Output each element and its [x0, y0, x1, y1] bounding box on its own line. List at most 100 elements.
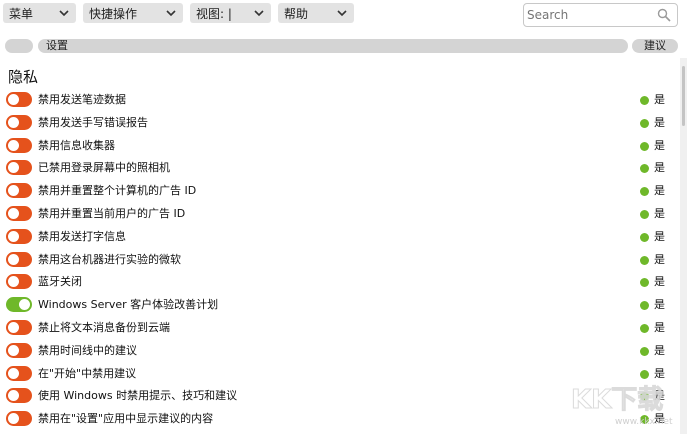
view-label: 视图: | — [196, 6, 232, 21]
setting-toggle[interactable] — [6, 92, 32, 107]
setting-toggle[interactable] — [6, 228, 32, 244]
toggle-knob — [8, 94, 19, 105]
suggestion-dot — [640, 141, 649, 151]
setting-toggle[interactable] — [6, 411, 32, 427]
setting-label: 禁用在"设置"应用中显示建议的内容 — [38, 412, 214, 426]
setting-label: 禁用发送打字信息 — [38, 229, 126, 243]
setting-label: 禁用这台机器进行实验的微软 — [38, 252, 181, 266]
menu-dropdown[interactable]: 菜单 — [3, 3, 76, 23]
suggestion-value: 是 — [654, 252, 665, 266]
setting-toggle[interactable] — [6, 160, 32, 176]
suggestion-dot — [640, 255, 649, 265]
toggle-knob — [8, 253, 19, 265]
setting-row: 禁用并重置整个计算机的广告 ID 是 — [0, 180, 680, 202]
setting-label: 禁用发送笔迹数据 — [38, 93, 126, 106]
chevron-down-icon — [166, 10, 176, 17]
view-dropdown[interactable]: 视图: | — [190, 3, 271, 23]
toggle-knob — [8, 344, 19, 356]
suggestion-dot — [640, 301, 649, 311]
suggestion-column-header[interactable]: 建议 — [632, 39, 678, 53]
suggestion-value: 是 — [654, 115, 665, 129]
quick-actions-dropdown[interactable]: 快捷操作 — [83, 3, 183, 23]
chevron-down-icon — [59, 10, 69, 17]
setting-row: 禁用时间线中的建议 是 — [0, 340, 680, 362]
suggestion-value: 是 — [654, 298, 665, 312]
setting-toggle[interactable] — [6, 297, 32, 313]
setting-label: 禁用时间线中的建议 — [38, 343, 137, 357]
setting-label: 禁用发送手写错误报告 — [38, 115, 148, 129]
setting-label: Windows Server 客户体验改善计划 — [38, 298, 219, 312]
suggestion-dot — [640, 118, 649, 128]
chevron-down-icon — [254, 10, 264, 17]
setting-row: 禁用并重置当前用户的广告 ID 是 — [0, 203, 680, 225]
svg-text:KK下载: KK下载 — [571, 385, 663, 415]
setting-toggle[interactable] — [6, 342, 32, 358]
search-input[interactable] — [527, 8, 652, 22]
suggestion-value: 是 — [654, 321, 665, 334]
toggle-knob — [8, 413, 19, 425]
toggle-knob — [8, 276, 19, 288]
toggle-knob — [8, 116, 19, 128]
setting-toggle[interactable] — [6, 137, 32, 153]
setting-toggle[interactable] — [6, 365, 32, 381]
setting-label: 禁用并重置当前用户的广告 ID — [38, 207, 186, 220]
suggestion-value: 是 — [654, 207, 665, 220]
section-title: 隐私 — [8, 68, 39, 86]
toggle-knob — [8, 185, 19, 197]
suggestion-dot — [640, 278, 649, 288]
setting-row: 禁用发送笔迹数据 是 — [0, 89, 680, 111]
suggestion-dot — [640, 324, 649, 333]
quick-actions-label: 快捷操作 — [89, 6, 138, 21]
setting-row: 蓝牙关闭 是 — [0, 271, 680, 293]
setting-row: 已禁用登录屏幕中的照相机 是 — [0, 157, 680, 179]
setting-toggle[interactable] — [6, 320, 32, 335]
suggestion-dot — [640, 96, 649, 105]
suggestion-value: 是 — [654, 184, 665, 198]
setting-toggle[interactable] — [6, 251, 32, 267]
suggestion-dot — [640, 187, 649, 197]
suggestion-value: 是 — [654, 161, 665, 175]
settings-column-header[interactable]: 设置 — [38, 39, 628, 53]
suggestion-dot — [640, 210, 649, 219]
select-all-header[interactable] — [5, 39, 33, 53]
setting-label: 禁止将文本消息备份到云端 — [38, 321, 170, 334]
suggestion-dot — [640, 346, 649, 356]
setting-label: 禁用信息收集器 — [38, 138, 115, 152]
suggestion-dot — [640, 164, 649, 174]
setting-label: 禁用并重置整个计算机的广告 ID — [38, 184, 197, 198]
search-box — [523, 3, 678, 27]
suggestion-value: 是 — [654, 229, 665, 243]
setting-toggle[interactable] — [6, 114, 32, 130]
toggle-knob — [8, 139, 19, 151]
chevron-down-icon — [337, 10, 347, 17]
toggle-knob — [19, 299, 30, 311]
settings-column-label: 设置 — [46, 39, 68, 52]
toggle-knob — [8, 390, 19, 402]
suggestion-value: 是 — [654, 138, 665, 152]
watermark-logo: KK下载 www.kkx.net — [571, 385, 673, 428]
toggle-knob — [8, 322, 19, 333]
toggle-knob — [8, 208, 19, 219]
suggestion-value: 是 — [654, 93, 665, 106]
toolbar: 菜单 快捷操作 视图: | 帮助 — [0, 0, 687, 30]
setting-label: 在"开始"中禁用建议 — [38, 366, 137, 380]
suggestion-dot — [640, 232, 649, 242]
toggle-knob — [8, 162, 19, 174]
help-dropdown[interactable]: 帮助 — [278, 3, 354, 23]
setting-row: 禁止将文本消息备份到云端 是 — [0, 317, 680, 339]
setting-label: 已禁用登录屏幕中的照相机 — [38, 161, 170, 175]
suggestion-column-label: 建议 — [644, 39, 666, 52]
scrollbar-thumb[interactable] — [682, 66, 685, 126]
setting-toggle[interactable] — [6, 183, 32, 199]
search-icon[interactable] — [657, 8, 671, 22]
setting-row: 禁用发送手写错误报告 是 — [0, 112, 680, 134]
help-label: 帮助 — [284, 6, 309, 21]
setting-row: 禁用这台机器进行实验的微软 是 — [0, 249, 680, 271]
toggle-knob — [8, 367, 19, 379]
setting-toggle[interactable] — [6, 274, 32, 290]
setting-row: 禁用发送打字信息 是 — [0, 226, 680, 248]
setting-toggle[interactable] — [6, 206, 32, 221]
setting-toggle[interactable] — [6, 388, 32, 404]
setting-row: Windows Server 客户体验改善计划 是 — [0, 294, 680, 316]
suggestion-value: 是 — [654, 343, 665, 357]
